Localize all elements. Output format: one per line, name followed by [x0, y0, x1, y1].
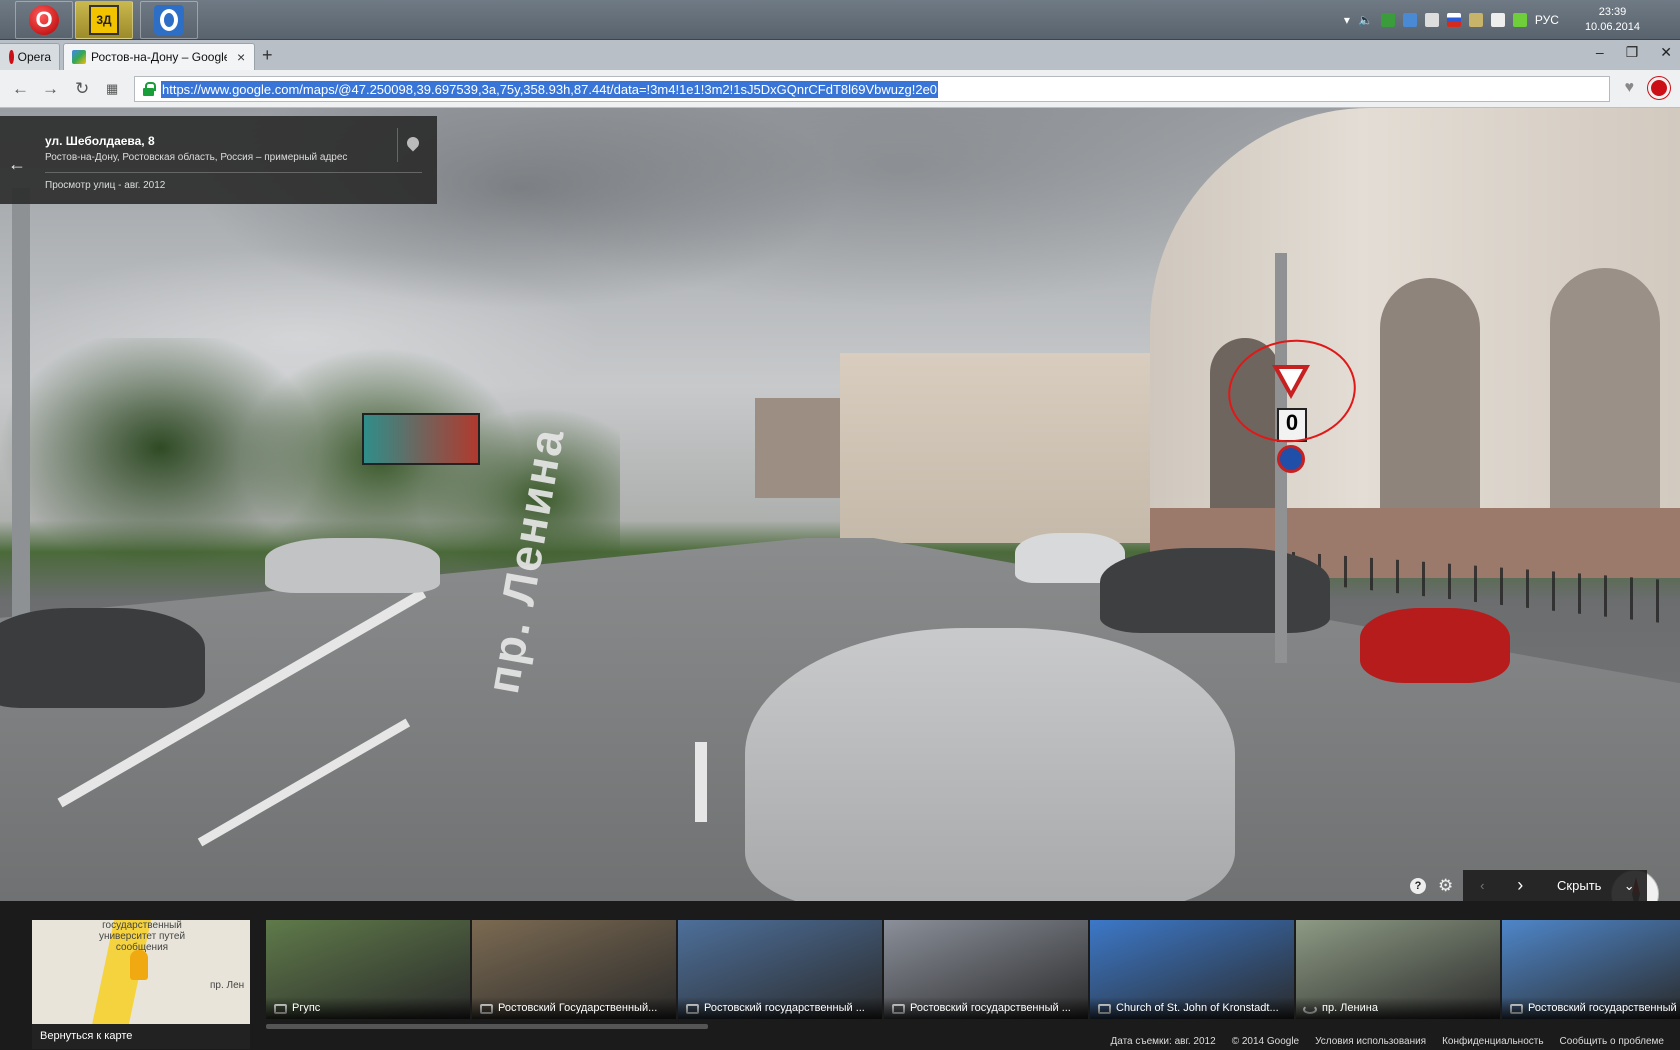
security-icon[interactable]: [1380, 13, 1395, 27]
lock-icon: [143, 82, 156, 96]
map-pin-icon[interactable]: [404, 134, 422, 152]
close-window-icon[interactable]: ✕: [1660, 44, 1672, 61]
clock[interactable]: 23:39 10.06.2014: [1585, 5, 1640, 35]
back-arrow-icon[interactable]: ←: [8, 154, 26, 175]
footer: Дата съемки: авг. 2012 © 2014 Google Усл…: [0, 1032, 1680, 1050]
car: [265, 538, 440, 593]
gear-icon[interactable]: ⚙: [1438, 876, 1453, 896]
url-text[interactable]: https://www.google.com/maps/@47.250098,3…: [161, 80, 939, 98]
thumbnail-caption: Ргупс: [266, 997, 470, 1019]
bookmark-heart-icon[interactable]: ♥: [1625, 79, 1635, 97]
tray-expand-icon[interactable]: ▾: [1344, 13, 1350, 27]
prev-arrow-icon[interactable]: ‹: [1463, 878, 1501, 893]
leaf-icon[interactable]: [1512, 13, 1527, 27]
report-problem-link[interactable]: Сообщить о проблеме: [1560, 1036, 1664, 1047]
terms-link[interactable]: Условия использования: [1315, 1036, 1426, 1047]
clock-date: 10.06.2014: [1584, 21, 1640, 33]
car: [1100, 548, 1330, 633]
lane-marking: [695, 742, 707, 822]
volume-icon[interactable]: 🔈: [1358, 13, 1373, 27]
street-view-panorama[interactable]: пр. Ленина 0 + −: [0, 108, 1680, 901]
filmstrip-nav: ‹ › Скрыть ⌄: [1463, 870, 1648, 901]
minimize-icon[interactable]: –: [1596, 44, 1604, 61]
thumbnail-caption: Ростовский Государственный...: [472, 997, 676, 1019]
monitor-icon[interactable]: [1490, 13, 1505, 27]
footer-copyright: © 2014 Google: [1231, 1035, 1300, 1047]
speed-dial-grid-icon[interactable]: ▦: [106, 81, 118, 97]
thumbnail-caption: Church of St. John of Kronstadt...: [1090, 997, 1294, 1019]
new-tab-button[interactable]: +: [262, 45, 273, 66]
back-button[interactable]: ←: [12, 79, 29, 99]
billboard: [362, 413, 480, 465]
opera-taskbar-button[interactable]: O: [15, 1, 73, 39]
photo-thumbnail[interactable]: Ростовский государственный ...: [884, 920, 1088, 1019]
opera-next-icon: [154, 5, 184, 35]
tool-icon[interactable]: [1468, 13, 1483, 27]
address-card: ← ул. Шеболдаева, 8 Ростов-на-Дону, Рост…: [0, 116, 437, 204]
filmstrip-scrollbar[interactable]: [266, 1024, 708, 1029]
capture-date: Просмотр улиц - авг. 2012: [45, 180, 166, 191]
russia-flag-icon[interactable]: [1446, 13, 1461, 27]
language-indicator[interactable]: РУС: [1535, 13, 1559, 27]
close-tab-icon[interactable]: ×: [237, 49, 245, 65]
street-view-toolbar: ? ⚙ ‹ › Скрыть ⌄: [1410, 870, 1650, 901]
collapse-chevron-icon[interactable]: ⌄: [1619, 878, 1639, 894]
navigation-bar: ← → ↻ ▦ https://www.google.com/maps/@47.…: [0, 70, 1680, 108]
background-building: [755, 398, 840, 498]
thumbnail-caption: Ростовский государственный ...: [884, 997, 1088, 1019]
privacy-link[interactable]: Конфиденциальность: [1442, 1036, 1543, 1047]
address-subtitle: Ростов-на-Дону, Ростовская область, Росс…: [45, 152, 348, 163]
map-label: государственный университет путей сообще…: [98, 920, 186, 953]
thumbnail-caption: Ростовский государственный ...: [678, 997, 882, 1019]
no-parking-sign: [1277, 445, 1305, 473]
opera-next-taskbar-button[interactable]: [140, 1, 198, 39]
mini-map[interactable]: государственный университет путей сообще…: [32, 920, 250, 1049]
tab-title: Ростов-на-Дону – Google: [91, 50, 227, 64]
university-wing: [840, 353, 1170, 543]
opera-menu-tab[interactable]: Opera: [0, 43, 60, 70]
thumbnail-caption: пр. Ленина: [1296, 997, 1500, 1019]
maximize-icon[interactable]: ❐: [1626, 44, 1639, 61]
tab-strip: Opera Ростов-на-Дону – Google × + – ❐ ✕: [0, 40, 1680, 70]
google-maps-favicon-icon: [72, 50, 86, 64]
footer-capture-date: Дата съемки: авг. 2012: [1110, 1035, 1216, 1047]
address-bar[interactable]: https://www.google.com/maps/@47.250098,3…: [134, 76, 1610, 102]
photo-thumbnail[interactable]: Church of St. John of Kronstadt...: [1090, 920, 1294, 1019]
silver-car: [745, 628, 1235, 901]
video-taskbar-button[interactable]: 3Д: [75, 1, 133, 39]
windows-taskbar: O 3Д ▾ 🔈 РУС 23:39 10.06.2014: [0, 0, 1680, 40]
photo-filmstrip: государственный университет путей сообще…: [0, 901, 1680, 1050]
help-icon[interactable]: ?: [1410, 877, 1426, 894]
divider: [397, 128, 398, 162]
forward-button[interactable]: →: [42, 79, 59, 99]
photo-thumbnail[interactable]: пр. Ленина: [1296, 920, 1500, 1019]
reload-button[interactable]: ↻: [75, 79, 89, 99]
opera-menu-icon: [9, 50, 14, 64]
next-arrow-icon[interactable]: ›: [1501, 875, 1539, 896]
address-title: ул. Шеболдаева, 8: [45, 134, 155, 148]
window-controls: – ❐ ✕: [1596, 44, 1672, 61]
photo-thumbnail[interactable]: Ргупс: [266, 920, 470, 1019]
app-tray-icon[interactable]: [1424, 13, 1439, 27]
divider: [45, 172, 422, 173]
photo-thumbnail[interactable]: Ростовский государственный ...: [678, 920, 882, 1019]
opera-icon: O: [29, 5, 59, 35]
photo-thumbnail[interactable]: Ростовский Государственный...: [472, 920, 676, 1019]
tab-active[interactable]: Ростов-на-Дону – Google ×: [63, 43, 255, 70]
system-tray: ▾ 🔈 РУС 23:39 10.06.2014: [1344, 0, 1680, 40]
thumbnail-caption: Ростовский государственный: [1502, 997, 1680, 1019]
clapperboard-icon: 3Д: [89, 5, 119, 35]
pegman-icon: [130, 950, 148, 980]
opera-extension-icon[interactable]: [1648, 77, 1670, 99]
hide-button[interactable]: Скрыть: [1539, 878, 1619, 893]
motorcycle: [1360, 608, 1510, 683]
opera-menu-label: Opera: [17, 50, 51, 64]
map-street-label: пр. Лен: [210, 980, 245, 991]
network-globe-icon[interactable]: [1402, 13, 1417, 27]
photo-thumbnail[interactable]: Ростовский государственный: [1502, 920, 1680, 1019]
car: [0, 608, 205, 708]
clock-time: 23:39: [1598, 6, 1627, 18]
